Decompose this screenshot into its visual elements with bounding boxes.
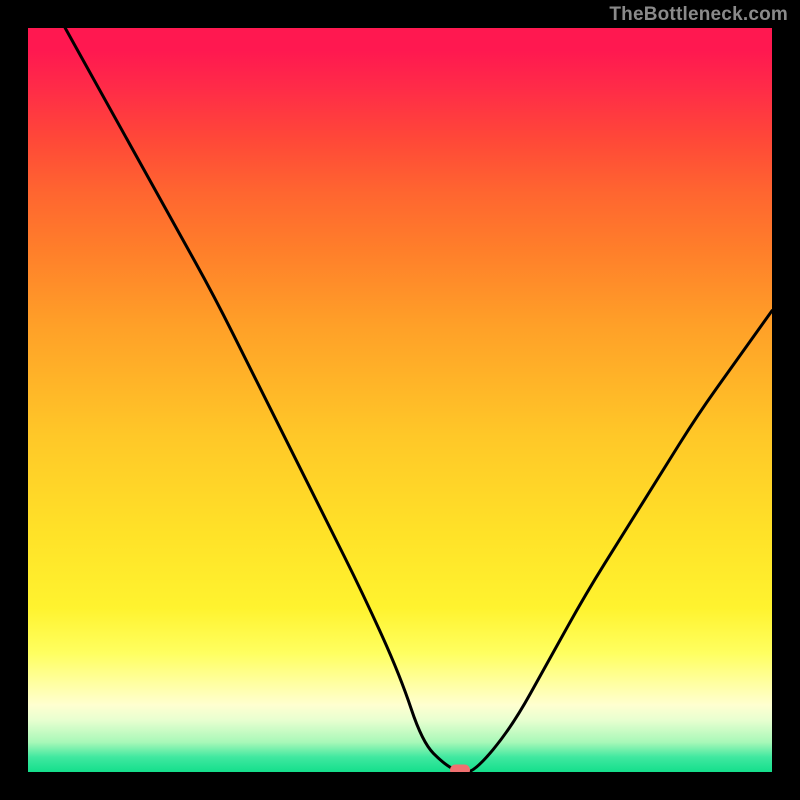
chart-container: TheBottleneck.com [0, 0, 800, 800]
optimum-marker [450, 765, 470, 773]
bottleneck-curve [28, 28, 772, 772]
curve-line [65, 28, 772, 772]
plot-area [28, 28, 772, 772]
watermark-text: TheBottleneck.com [609, 4, 788, 26]
